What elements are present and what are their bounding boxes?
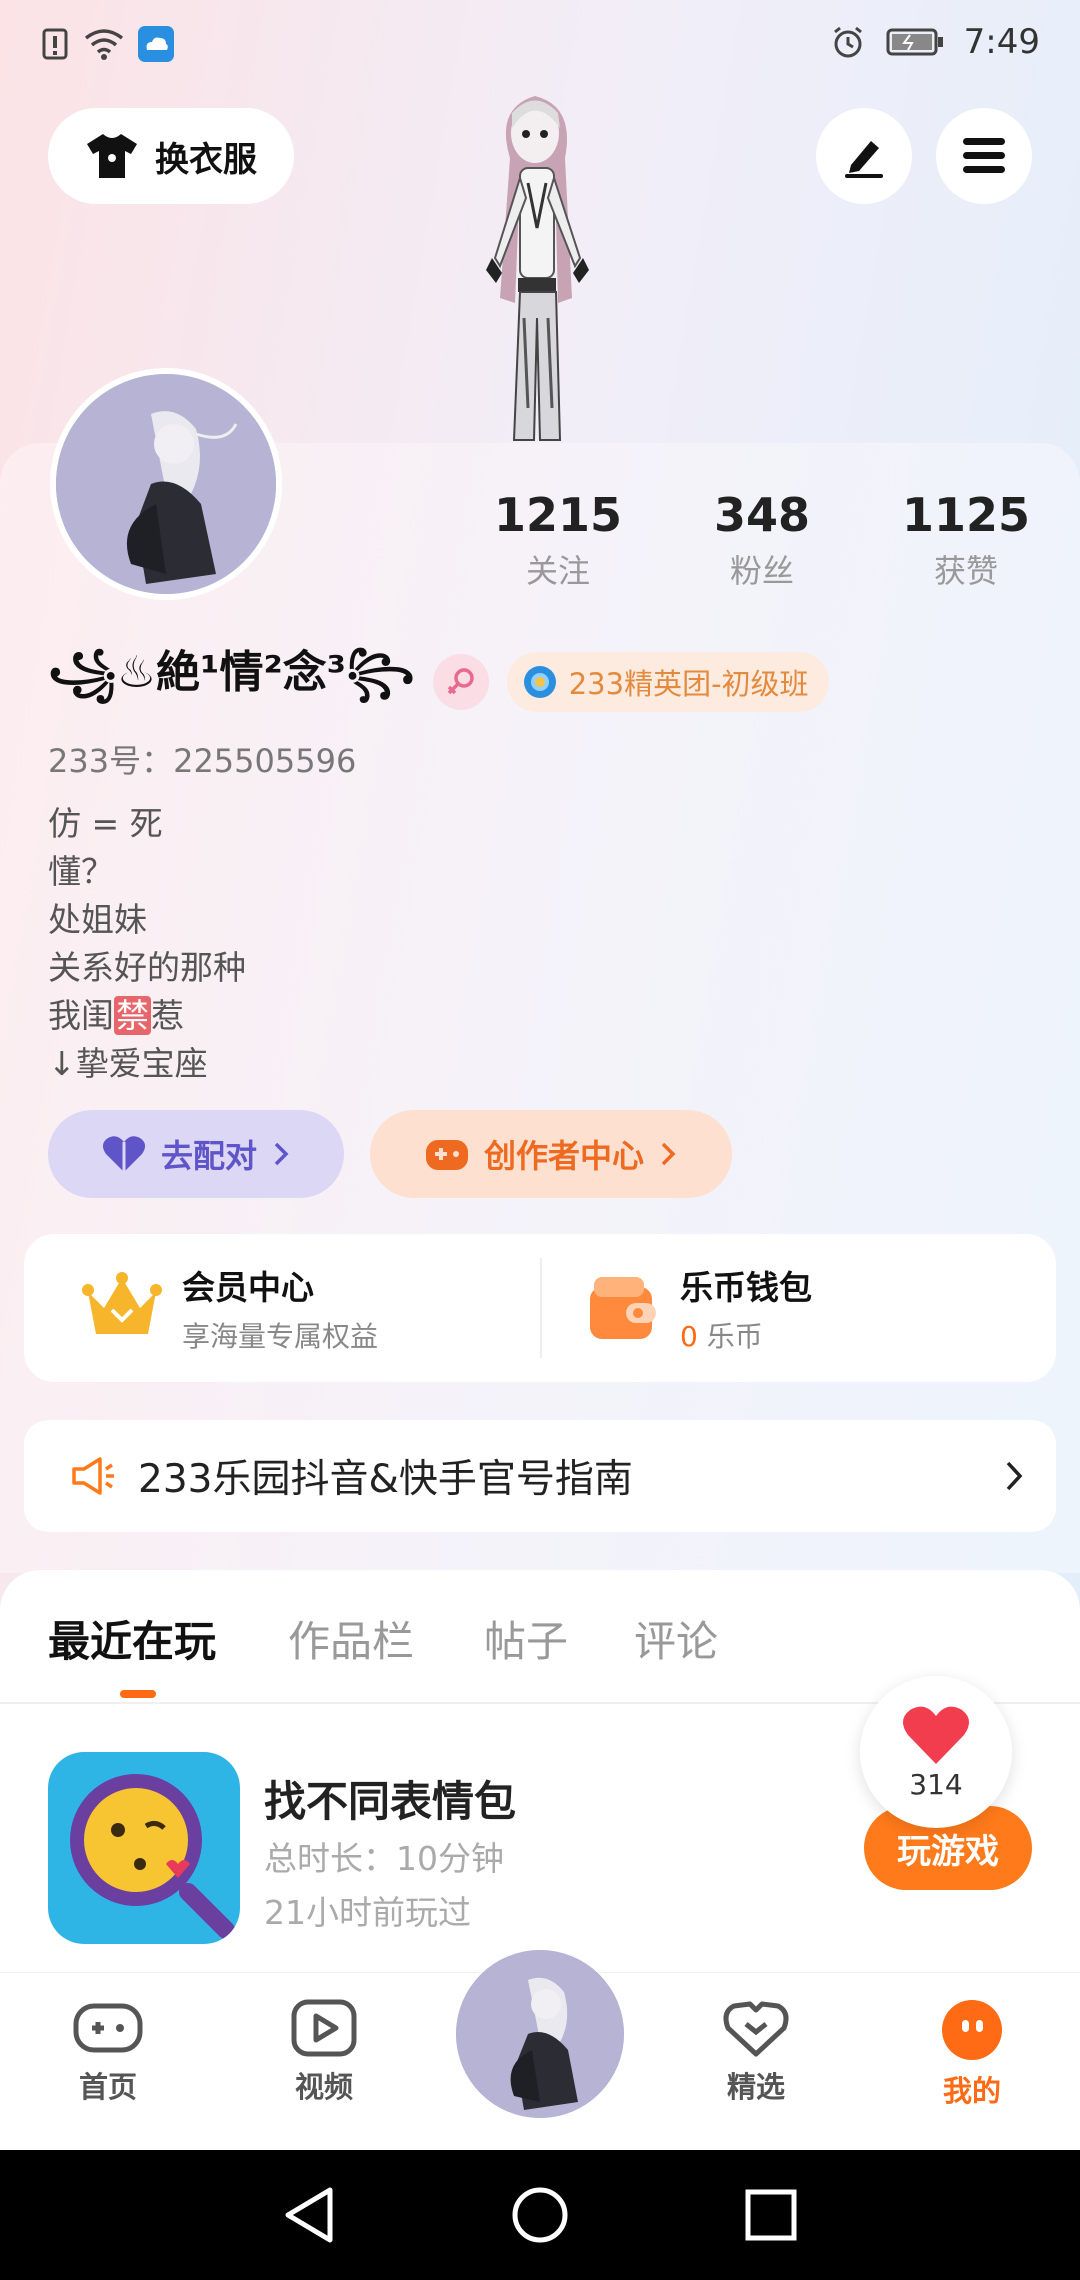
video-icon (291, 1999, 357, 2057)
nav-mine-label: 我的 (942, 2074, 1001, 2108)
heart-icon (102, 1136, 146, 1172)
back-icon[interactable] (274, 2180, 344, 2250)
bio-line: 懂？ (48, 852, 114, 891)
member-subtitle: 享海量专属权益 (182, 1320, 379, 1353)
nav-video[interactable]: 视频 (244, 1998, 404, 2106)
wallet-icon (590, 1277, 656, 1339)
member-center[interactable]: 会员中心 享海量专属权益 (82, 1234, 378, 1382)
bio: 仿 = 死 懂？ 处姐妹 关系好的那种 我闺禁惹 ↓挚爱宝座 (48, 800, 246, 1088)
avatar-3d-figure[interactable] (440, 88, 630, 443)
smile-face-icon (942, 2000, 1002, 2060)
wallet-unit: 乐币 (706, 1320, 763, 1353)
gamepad-icon (73, 2003, 143, 2053)
cloud-app-icon (138, 26, 174, 62)
ban-emoji: 禁 (114, 996, 151, 1035)
tab-indicator (120, 1690, 156, 1698)
chevron-right-icon (1006, 1461, 1023, 1491)
status-bar: 7:49 (0, 0, 1080, 90)
notice-bar[interactable]: 233乐园抖音&快手官号指南 (24, 1420, 1056, 1532)
nickname-row: ꧁♨絶¹情²念³꧂ 233精英团-初级班 (48, 647, 829, 716)
pair-label: 去配对 (160, 1137, 257, 1175)
wallet-title: 乐币钱包 (680, 1268, 812, 1307)
game-duration: 总时长：10分钟 (264, 1839, 504, 1878)
tab-posts[interactable]: 帖子 (484, 1608, 568, 1669)
nav-home-label: 首页 (78, 2070, 137, 2104)
bio-line: 仿 = 死 (48, 804, 163, 843)
stat-likes-value: 1125 (901, 488, 1031, 542)
nav-video-label: 视频 (294, 2070, 353, 2104)
bio-text: 我闺 (48, 996, 114, 1035)
club-badge[interactable]: 233精英团-初级班 (506, 652, 829, 712)
nav-featured[interactable]: 精选 (676, 1998, 836, 2106)
battery-icon (886, 28, 943, 56)
member-wallet-card: 会员中心 享海量专属权益 乐币钱包 0 乐币 (24, 1234, 1056, 1382)
bio-text: 惹 (151, 996, 184, 1035)
user-id: 233号：225505596 (48, 742, 357, 780)
nav-home[interactable]: 首页 (28, 1998, 188, 2106)
female-gender-icon (432, 654, 489, 710)
recents-icon[interactable] (736, 2180, 806, 2250)
stat-likes[interactable]: 1125 获赞 (866, 488, 1066, 592)
wallet-balance: 0 乐币 (680, 1315, 812, 1355)
nav-avatar-button[interactable] (456, 1950, 624, 2118)
stat-likes-label: 获赞 (933, 552, 998, 590)
tab-works[interactable]: 作品栏 (288, 1608, 414, 1669)
game-title[interactable]: 找不同表情包 (264, 1768, 516, 1829)
chevron-right-icon (274, 1142, 289, 1166)
nickname: ꧁♨絶¹情²念³꧂ (48, 647, 415, 698)
divider (540, 1258, 542, 1358)
change-outfit-button[interactable]: 换衣服 (48, 108, 294, 204)
bio-line: 处姐妹 (48, 900, 147, 939)
stat-fans-label: 粉丝 (729, 552, 794, 590)
wallet-amount: 0 (680, 1320, 698, 1353)
tab-recently-played[interactable]: 最近在玩 (48, 1608, 216, 1669)
tab-comments[interactable]: 评论 (634, 1608, 718, 1669)
menu-icon (963, 138, 1005, 173)
stat-fans-value: 348 (713, 488, 811, 542)
tshirt-icon (87, 134, 137, 178)
nav-mine[interactable]: 我的 (892, 1998, 1052, 2110)
notice-text: 233乐园抖音&快手官号指南 (138, 1457, 633, 1502)
crown-icon (82, 1272, 162, 1334)
like-count: 314 (909, 1767, 963, 1801)
wifi-icon (84, 29, 124, 60)
stat-following-value: 1215 (493, 488, 623, 542)
edit-profile-button[interactable] (816, 108, 912, 204)
megaphone-icon (72, 1457, 114, 1495)
heart-icon (902, 1706, 970, 1764)
stat-following-label: 关注 (525, 552, 590, 590)
nav-featured-label: 精选 (726, 2070, 785, 2104)
stat-fans[interactable]: 348 粉丝 (662, 488, 862, 592)
member-title: 会员中心 (182, 1268, 314, 1307)
game-last-played: 21小时前玩过 (264, 1893, 471, 1932)
profile-avatar[interactable] (50, 368, 282, 600)
status-time: 7:49 (963, 22, 1040, 62)
game-icon[interactable] (48, 1752, 240, 1944)
status-right: 7:49 (830, 22, 1040, 62)
bio-line: 关系好的那种 (48, 948, 246, 987)
heart-badge-icon (723, 2001, 789, 2057)
stat-following[interactable]: 1215 关注 (458, 488, 658, 592)
home-icon[interactable] (505, 2180, 575, 2250)
like-bubble[interactable]: 314 (860, 1676, 1012, 1828)
creator-center-button[interactable]: 创作者中心 (370, 1110, 732, 1198)
menu-button[interactable] (936, 108, 1032, 204)
status-left-icons (42, 26, 174, 62)
club-medal-icon (523, 666, 556, 698)
bio-line: ↓挚爱宝座 (48, 1044, 208, 1083)
gamepad-icon (425, 1140, 468, 1170)
pair-button[interactable]: 去配对 (48, 1110, 344, 1198)
pen-icon (845, 141, 883, 178)
creator-label: 创作者中心 (483, 1137, 644, 1175)
bio-line: 我闺禁惹 (48, 992, 246, 1040)
alarm-icon (833, 26, 862, 58)
club-label: 233精英团-初级班 (568, 667, 809, 701)
avatar-image (56, 374, 276, 594)
alert-icon (42, 28, 68, 60)
wallet[interactable]: 乐币钱包 0 乐币 (586, 1234, 812, 1382)
chevron-right-icon (661, 1142, 676, 1166)
change-outfit-label: 换衣服 (155, 139, 257, 180)
